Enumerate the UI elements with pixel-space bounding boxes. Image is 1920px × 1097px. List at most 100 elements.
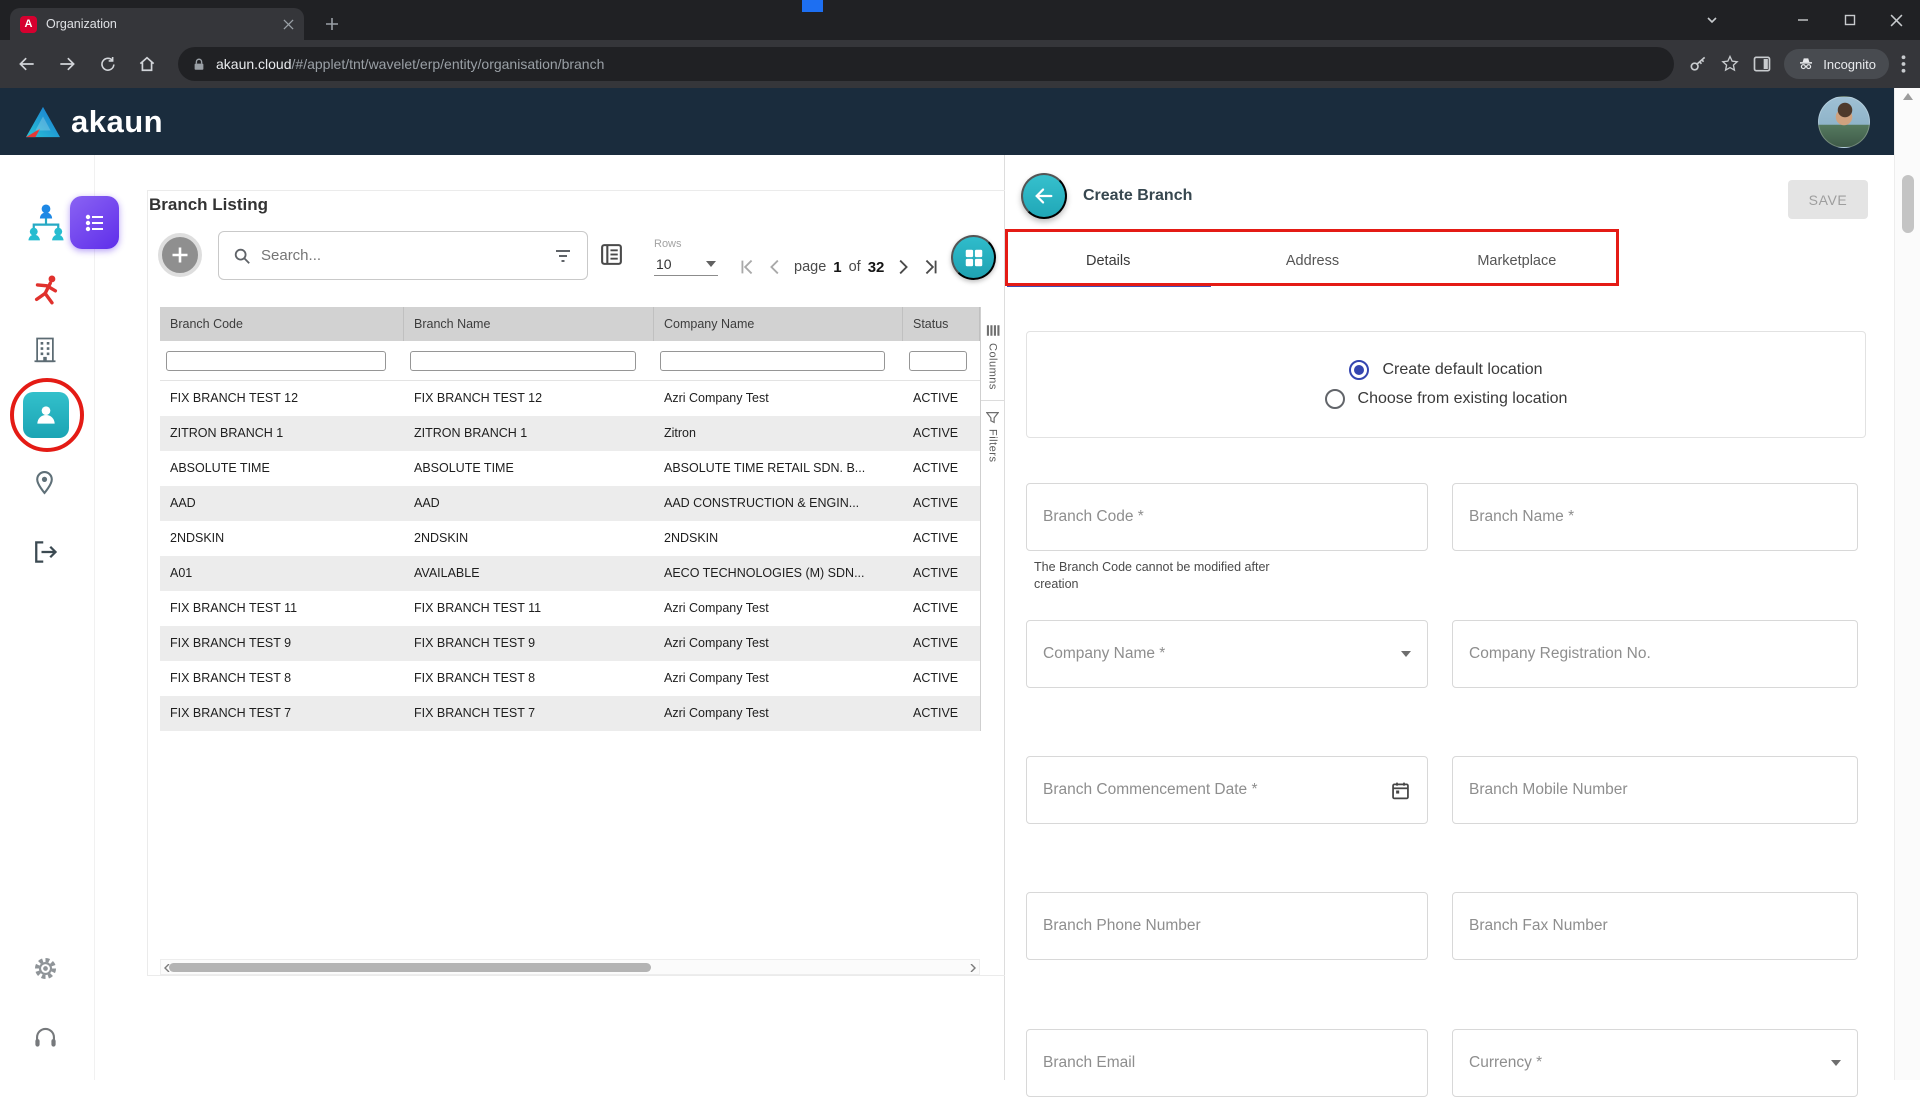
- vertical-scrollbar[interactable]: [1894, 88, 1920, 1080]
- column-header-status[interactable]: Status: [903, 307, 980, 341]
- table-row[interactable]: FIX BRANCH TEST 11FIX BRANCH TEST 11Azri…: [160, 591, 980, 626]
- radio-choose-existing-location[interactable]: Choose from existing location: [1325, 389, 1568, 409]
- table-row[interactable]: AADAADAAD CONSTRUCTION & ENGIN...ACTIVE: [160, 486, 980, 521]
- tab-address[interactable]: Address: [1210, 237, 1414, 284]
- last-page-icon[interactable]: [920, 256, 942, 278]
- company-name-select[interactable]: Company Name *: [1026, 620, 1428, 688]
- filter-input-branch-name[interactable]: [410, 351, 636, 371]
- teal-person-app-icon: [23, 392, 69, 438]
- sidebar-item-red-app[interactable]: [29, 273, 63, 307]
- currency-select[interactable]: Currency *: [1452, 1029, 1858, 1097]
- company-registration-field[interactable]: Company Registration No.: [1452, 620, 1858, 688]
- url-text: akaun.cloud/#/applet/tnt/wavelet/erp/ent…: [216, 56, 604, 72]
- radio-create-default-location[interactable]: Create default location: [1349, 360, 1542, 380]
- sidebar-item-settings[interactable]: [32, 955, 59, 982]
- table-row[interactable]: 2NDSKIN2NDSKIN2NDSKINACTIVE: [160, 521, 980, 556]
- save-button[interactable]: SAVE: [1788, 180, 1868, 219]
- table-row[interactable]: A01AVAILABLEAECO TECHNOLOGIES (M) SDN...…: [160, 556, 980, 591]
- url-bar[interactable]: akaun.cloud/#/applet/tnt/wavelet/erp/ent…: [178, 47, 1674, 81]
- horizontal-scrollbar[interactable]: [160, 959, 980, 975]
- window-maximize-button[interactable]: [1826, 0, 1873, 40]
- listing-title: Branch Listing: [149, 195, 268, 215]
- filter-input-status[interactable]: [909, 351, 967, 371]
- sidebar-item-exit[interactable]: [31, 538, 59, 566]
- table-cell: Azri Company Test: [654, 591, 903, 626]
- form-view-icon[interactable]: [599, 242, 624, 267]
- search-input[interactable]: [261, 247, 543, 264]
- back-button[interactable]: [1021, 173, 1067, 219]
- column-header-company-name[interactable]: Company Name: [654, 307, 903, 341]
- side-panel-icon[interactable]: [1752, 54, 1772, 74]
- table-cell: FIX BRANCH TEST 8: [404, 661, 654, 696]
- window-close-button[interactable]: [1873, 0, 1920, 40]
- strip-divider: [981, 400, 1004, 401]
- scroll-right-icon[interactable]: [968, 963, 978, 973]
- branch-email-field[interactable]: Branch Email: [1026, 1029, 1428, 1097]
- table-cell: AECO TECHNOLOGIES (M) SDN...: [654, 556, 903, 591]
- add-branch-button[interactable]: [158, 233, 202, 277]
- prev-page-icon[interactable]: [765, 256, 787, 278]
- commencement-date-field[interactable]: Branch Commencement Date *: [1026, 756, 1428, 824]
- table-row[interactable]: FIX BRANCH TEST 7FIX BRANCH TEST 7Azri C…: [160, 696, 980, 731]
- tab-search-chevron-icon[interactable]: [1692, 0, 1732, 40]
- tab-marketplace[interactable]: Marketplace: [1415, 237, 1619, 284]
- filter-input-branch-code[interactable]: [166, 351, 386, 371]
- table-cell: FIX BRANCH TEST 7: [160, 696, 404, 731]
- table-cell: 2NDSKIN: [404, 521, 654, 556]
- branch-mobile-field[interactable]: Branch Mobile Number: [1452, 756, 1858, 824]
- tab-details[interactable]: Details: [1006, 237, 1210, 284]
- browser-tab[interactable]: A Organization: [10, 8, 304, 40]
- scroll-up-icon[interactable]: [1903, 93, 1913, 100]
- filter-input-company-name[interactable]: [660, 351, 885, 371]
- table-cell: Zitron: [654, 416, 903, 451]
- sidebar-item-support[interactable]: [32, 1023, 59, 1050]
- table-body: FIX BRANCH TEST 12FIX BRANCH TEST 12Azri…: [160, 381, 980, 731]
- key-icon[interactable]: [1688, 54, 1708, 74]
- tab-close-icon[interactable]: [283, 19, 294, 30]
- table-row[interactable]: FIX BRANCH TEST 8FIX BRANCH TEST 8Azri C…: [160, 661, 980, 696]
- vertical-scroll-thumb[interactable]: [1902, 175, 1914, 233]
- sidebar-item-company[interactable]: [31, 335, 59, 363]
- field-placeholder: Branch Commencement Date *: [1043, 781, 1258, 799]
- table-row[interactable]: FIX BRANCH TEST 9FIX BRANCH TEST 9Azri C…: [160, 626, 980, 661]
- calendar-icon[interactable]: [1390, 780, 1411, 801]
- back-icon[interactable]: [10, 47, 44, 81]
- new-tab-button[interactable]: [318, 10, 346, 38]
- sidebar-item-location[interactable]: [32, 469, 57, 496]
- table-row[interactable]: FIX BRANCH TEST 12FIX BRANCH TEST 12Azri…: [160, 381, 980, 416]
- columns-icon[interactable]: [986, 323, 1000, 338]
- angular-favicon-icon: A: [20, 16, 37, 33]
- bookmark-star-icon[interactable]: [1720, 54, 1740, 74]
- field-placeholder: Company Registration No.: [1469, 645, 1651, 663]
- branch-fax-field[interactable]: Branch Fax Number: [1452, 892, 1858, 960]
- user-avatar[interactable]: [1818, 96, 1870, 148]
- sidebar-item-organization[interactable]: [25, 201, 67, 243]
- browser-menu-icon[interactable]: [1901, 55, 1906, 73]
- home-icon[interactable]: [130, 47, 164, 81]
- field-placeholder: Branch Fax Number: [1469, 917, 1608, 935]
- reload-icon[interactable]: [90, 47, 124, 81]
- rows-per-page-control[interactable]: Rows 10: [654, 238, 718, 276]
- branch-phone-field[interactable]: Branch Phone Number: [1026, 892, 1428, 960]
- horizontal-scroll-thumb[interactable]: [169, 963, 651, 972]
- akaun-logo[interactable]: akaun: [24, 104, 163, 140]
- column-header-branch-name[interactable]: Branch Name: [404, 307, 654, 341]
- next-page-icon[interactable]: [891, 256, 913, 278]
- column-header-branch-code[interactable]: Branch Code: [160, 307, 404, 341]
- branch-name-field[interactable]: Branch Name *: [1452, 483, 1858, 551]
- filter-list-icon[interactable]: [553, 246, 573, 266]
- table-row[interactable]: ZITRON BRANCH 1ZITRON BRANCH 1ZitronACTI…: [160, 416, 980, 451]
- sidebar-flyout-menu[interactable]: [70, 196, 119, 249]
- lock-icon[interactable]: [192, 57, 206, 72]
- table-row[interactable]: ABSOLUTE TIMEABSOLUTE TIMEABSOLUTE TIME …: [160, 451, 980, 486]
- apps-grid-button[interactable]: [951, 235, 996, 280]
- filters-label[interactable]: Filters: [987, 429, 999, 462]
- window-minimize-button[interactable]: [1779, 0, 1826, 40]
- branch-code-field[interactable]: Branch Code *: [1026, 483, 1428, 551]
- forward-icon[interactable]: [50, 47, 84, 81]
- sidebar-item-branch[interactable]: [23, 392, 69, 438]
- columns-label[interactable]: Columns: [987, 343, 999, 390]
- filters-funnel-icon[interactable]: [986, 411, 999, 424]
- table-cell: ACTIVE: [903, 521, 980, 556]
- first-page-icon[interactable]: [736, 256, 758, 278]
